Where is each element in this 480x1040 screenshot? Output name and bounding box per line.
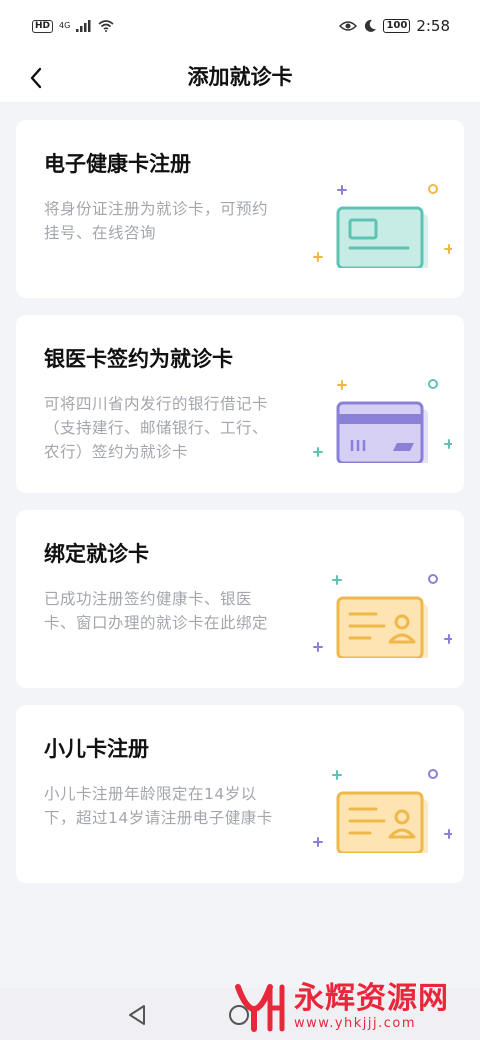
- card-title: 绑定就诊卡: [44, 542, 149, 566]
- card-title: 小儿卡注册: [44, 737, 149, 761]
- profile-card-icon: [313, 769, 452, 853]
- watermark-text: 永辉资源网 www.yhkjjj.com: [294, 982, 449, 1032]
- page-title: 添加就诊卡: [187, 65, 293, 89]
- watermark-url: www.yhkjjj.com: [294, 1016, 417, 1031]
- bank-card-icon: [313, 379, 452, 463]
- id-card-icon: [313, 184, 452, 268]
- card-child-register[interactable]: 小儿卡注册 小儿卡注册年龄限定在14岁以下，超过14岁请注册电子健康卡: [16, 705, 464, 883]
- card-bind-medical-card[interactable]: 绑定就诊卡 已成功注册签约健康卡、银医卡、窗口办理的就诊卡在此绑定: [16, 510, 464, 688]
- signal-icon: [76, 20, 91, 32]
- clock: 2:58: [416, 17, 450, 35]
- nav-back-icon[interactable]: [124, 1002, 150, 1028]
- card-title: 电子健康卡注册: [44, 152, 191, 176]
- watermark: 永辉资源网 www.yhkjjj.com: [232, 976, 472, 1038]
- status-left: HD 4G: [32, 19, 114, 33]
- hd-badge: HD: [32, 19, 54, 33]
- card-description: 将身份证注册为就诊卡，可预约挂号、在线咨询: [44, 200, 269, 242]
- battery-indicator: 100: [383, 19, 411, 33]
- wifi-icon: [98, 20, 114, 32]
- moon-icon: [365, 19, 377, 32]
- card-title: 银医卡签约为就诊卡: [44, 347, 233, 371]
- eye-icon: [339, 21, 358, 31]
- card-bank-medical-sign[interactable]: 银医卡签约为就诊卡 可将四川省内发行的银行借记卡（支持建行、邮储银行、工行、农行…: [16, 315, 464, 493]
- profile-card-icon: [313, 574, 452, 658]
- card-e-health-register[interactable]: 电子健康卡注册 将身份证注册为就诊卡，可预约挂号、在线咨询: [16, 120, 464, 298]
- card-description: 小儿卡注册年龄限定在14岁以下，超过14岁请注册电子健康卡: [44, 785, 273, 827]
- status-bar: HD 4G 100 2:58: [0, 0, 480, 52]
- card-description: 已成功注册签约健康卡、银医卡、窗口办理的就诊卡在此绑定: [44, 590, 269, 632]
- watermark-logo-icon: [235, 984, 285, 1032]
- status-right: 100 2:58: [339, 17, 450, 35]
- nav-bar: 添加就诊卡: [0, 52, 480, 102]
- watermark-title: 永辉资源网: [294, 981, 449, 1016]
- network-label: 4G: [59, 21, 71, 30]
- card-description: 可将四川省内发行的银行借记卡（支持建行、邮储银行、工行、农行）签约为就诊卡: [44, 395, 269, 461]
